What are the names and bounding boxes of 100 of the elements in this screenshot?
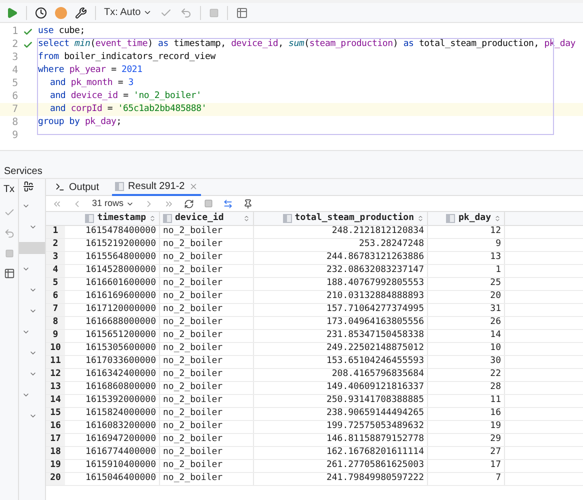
table-cell: 14 xyxy=(428,330,505,342)
code-text: = xyxy=(118,77,124,90)
table-cell: 146.81158879152778 xyxy=(254,434,428,446)
table-cell: 261.27705861625003 xyxy=(254,460,428,472)
terminal-icon xyxy=(55,182,65,192)
sort-icon[interactable] xyxy=(149,215,156,222)
rollback-icon[interactable] xyxy=(4,228,14,239)
panel-title: Services xyxy=(4,164,42,178)
row-number: 3 xyxy=(46,252,65,264)
table-cell: no_2_boiler xyxy=(160,343,254,355)
result-tab[interactable]: Result 291-2 xyxy=(112,178,201,196)
close-icon[interactable] xyxy=(188,182,198,190)
keyword: group by xyxy=(38,116,81,129)
table-cell: no_2_boiler xyxy=(160,408,254,420)
identifier: device_id xyxy=(231,38,278,51)
identifier: pk_day xyxy=(544,38,576,51)
code-text: ) xyxy=(148,38,154,51)
settings-icon[interactable] xyxy=(75,6,87,18)
table-cell: 1615392000000 xyxy=(65,395,160,407)
keyword: select xyxy=(38,38,70,51)
column-header[interactable]: device_id xyxy=(160,212,254,225)
line-number: 6 xyxy=(11,90,18,103)
table-cell: 25 xyxy=(428,278,505,290)
code-text: ( xyxy=(90,38,96,51)
sort-icon[interactable] xyxy=(417,215,424,222)
table-cell: 30 xyxy=(428,356,505,368)
code-text: = xyxy=(123,90,130,103)
column-header[interactable]: pk_day xyxy=(428,212,505,225)
run-icon[interactable] xyxy=(6,6,18,18)
table-cell: 1617033600000 xyxy=(65,356,160,368)
table-cell: no_2_boiler xyxy=(160,395,254,407)
table-cell: no_2_boiler xyxy=(160,317,254,329)
column-header[interactable]: total_steam_production xyxy=(254,212,428,225)
table-cell: no_2_boiler xyxy=(160,291,254,303)
table-cell: 241.79849980597222 xyxy=(254,473,428,485)
line-number: 9 xyxy=(11,129,18,142)
collapse-icon[interactable] xyxy=(23,181,34,192)
table-cell: no_2_boiler xyxy=(160,278,254,290)
table-cell: 210.03132884888893 xyxy=(254,291,428,303)
table-cell: 208.4165796835684 xyxy=(254,369,428,381)
keyword: use xyxy=(38,25,55,38)
table-cell: 31 xyxy=(428,304,505,316)
identifier: steam_production xyxy=(309,38,393,51)
number-literal: 2021 xyxy=(122,64,142,77)
table-cell: 1 xyxy=(428,265,505,277)
table-cell: 232.08632083237147 xyxy=(254,265,428,277)
transaction-mode-dropdown[interactable]: Tx: Auto xyxy=(104,5,152,20)
table-cell: no_2_boiler xyxy=(160,382,254,394)
sort-icon[interactable] xyxy=(494,215,501,222)
table-cell: 26 xyxy=(428,317,505,329)
table-cell: 1615564800000 xyxy=(65,252,160,264)
commit-icon[interactable] xyxy=(160,6,172,18)
column-icon xyxy=(163,214,172,223)
result-tab[interactable]: Output xyxy=(52,178,102,196)
table-cell: no_2_boiler xyxy=(160,447,254,459)
table-cell: 13 xyxy=(428,252,505,264)
table-icon[interactable] xyxy=(4,268,14,279)
stop-icon[interactable] xyxy=(4,249,14,258)
refresh-icon[interactable] xyxy=(184,198,194,208)
table-cell: 249.22502148875012 xyxy=(254,343,428,355)
table-cell: 28 xyxy=(428,382,505,394)
table-cell: 1615478400000 xyxy=(65,226,160,238)
column-icon xyxy=(115,182,124,190)
table-cell: 16 xyxy=(428,408,505,420)
row-number: 18 xyxy=(46,447,65,459)
table-cell: no_2_boiler xyxy=(160,421,254,433)
table-cell: no_2_boiler xyxy=(160,252,254,264)
rows-dropdown[interactable]: 31 rows xyxy=(92,196,134,210)
transaction-button[interactable]: Tx xyxy=(3,182,15,197)
sort-icon[interactable] xyxy=(243,215,250,222)
code-text: ; xyxy=(116,116,122,129)
column-header[interactable]: timestamp xyxy=(65,212,160,225)
compare-icon[interactable] xyxy=(222,198,233,208)
code-text: , xyxy=(278,38,284,51)
pin-icon[interactable] xyxy=(242,198,253,208)
keyword: as xyxy=(158,38,170,51)
table-cell: 250.93141708388885 xyxy=(254,395,428,407)
profile-icon[interactable] xyxy=(55,6,67,18)
identifier: corpId xyxy=(70,103,104,116)
identifier: pk_month xyxy=(70,77,114,90)
table-icon[interactable] xyxy=(236,6,248,18)
identifier: device_id xyxy=(70,90,119,103)
table-cell: 1615219200000 xyxy=(65,239,160,251)
row-number: 15 xyxy=(46,408,65,420)
row-number: 19 xyxy=(46,460,65,472)
table-cell: 9 xyxy=(428,239,505,251)
row-number: 17 xyxy=(46,434,65,446)
first-page-icon[interactable] xyxy=(52,198,62,208)
table-cell: 1616774400000 xyxy=(65,447,160,459)
stop-icon[interactable] xyxy=(204,199,213,208)
line-number: 8 xyxy=(11,116,18,129)
string-literal: 'no_2_boiler' xyxy=(134,90,202,103)
row-number: 5 xyxy=(46,278,65,290)
last-page-icon[interactable] xyxy=(164,198,174,208)
table-cell: no_2_boiler xyxy=(160,356,254,368)
history-icon[interactable] xyxy=(35,6,47,18)
commit-icon[interactable] xyxy=(4,207,14,218)
stop-icon[interactable] xyxy=(208,8,219,18)
table-cell: no_2_boiler xyxy=(160,304,254,316)
rollback-icon[interactable] xyxy=(180,6,192,18)
